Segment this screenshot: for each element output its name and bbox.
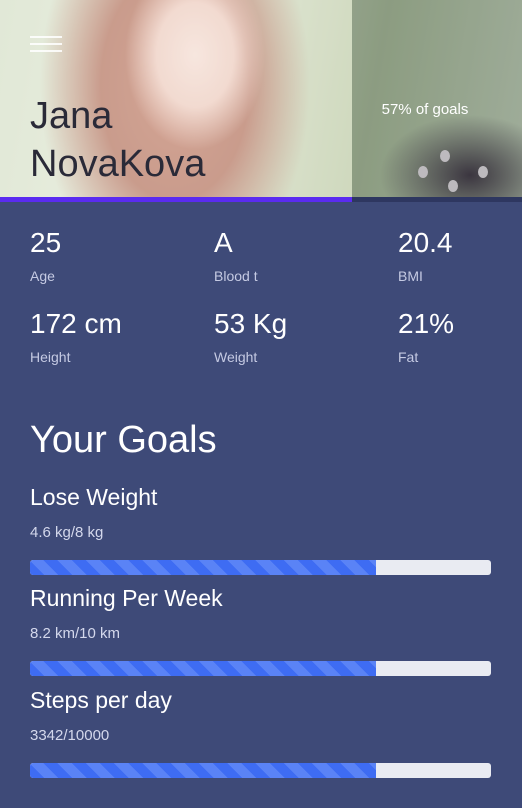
stat-weight: 53 Kg Weight — [214, 303, 364, 365]
goal-progress-bar — [30, 661, 491, 676]
goals-summary: 57% of goals — [381, 101, 469, 118]
stat-blood-type: A Blood t — [214, 222, 364, 284]
stat-label: BMI — [398, 268, 423, 284]
profile-name: Jana NovaKova — [30, 92, 205, 188]
stat-fat: 21% Fat — [398, 303, 522, 365]
stat-label: Height — [30, 349, 71, 365]
goal-progress-text: 4.6 kg/8 kg — [30, 524, 104, 541]
stat-height: 172 cm Height — [30, 303, 180, 365]
stat-age: 25 Age — [30, 222, 180, 284]
stat-value: 20.4 — [398, 227, 453, 258]
goal-lose-weight: Lose Weight 4.6 kg/8 kg — [30, 482, 491, 575]
goals-progress-fill — [0, 197, 353, 202]
goal-progress-text: 3342/10000 — [30, 727, 110, 744]
goal-progress-fill — [30, 560, 376, 575]
photo-overlay-right — [352, 0, 522, 197]
goal-progress-text: 8.2 km/10 km — [30, 625, 121, 642]
goal-progress-bar — [30, 560, 491, 575]
profile-header: Jana NovaKova 57% of goals — [0, 0, 522, 197]
goal-running-per-week: Running Per Week 8.2 km/10 km — [30, 583, 491, 676]
stat-value: A — [214, 227, 233, 258]
goal-progress-fill — [30, 661, 376, 676]
stat-value: 21% — [398, 308, 455, 339]
stat-label: Blood t — [214, 268, 258, 284]
stat-label: Fat — [398, 349, 419, 365]
goal-title: Steps per day — [30, 687, 172, 713]
goal-progress-fill — [30, 763, 376, 778]
hamburger-menu-icon[interactable] — [30, 36, 62, 52]
first-name: Jana — [30, 95, 113, 137]
goal-progress-bar — [30, 763, 491, 778]
stat-label: Weight — [214, 349, 258, 365]
goal-title: Lose Weight — [30, 484, 158, 510]
stat-bmi: 20.4 BMI — [398, 222, 522, 284]
stat-value: 25 — [30, 227, 62, 258]
goal-steps-per-day: Steps per day 3342/10000 — [30, 685, 491, 778]
goals-section-title: Your Goals — [30, 419, 217, 461]
stat-value: 172 cm — [30, 308, 122, 339]
goal-title: Running Per Week — [30, 585, 223, 611]
stat-value: 53 Kg — [214, 308, 288, 339]
last-name: NovaKova — [30, 143, 206, 185]
stat-label: Age — [30, 268, 55, 284]
